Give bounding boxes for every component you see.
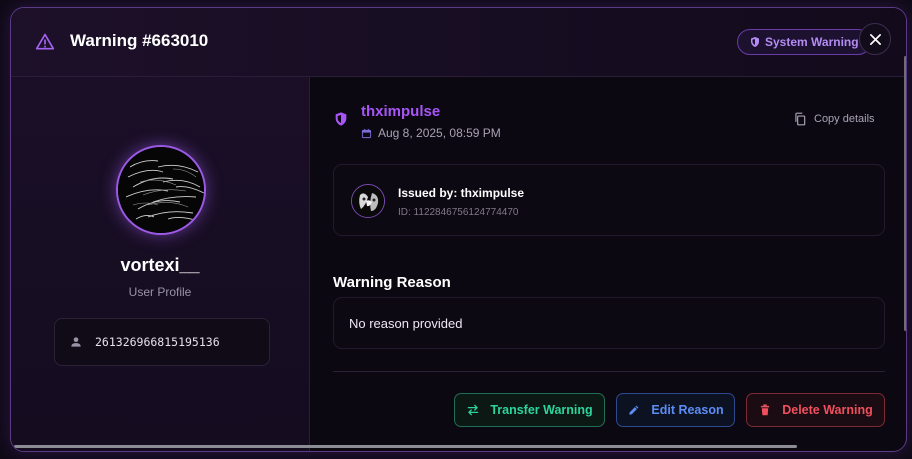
vertical-scrollbar[interactable] [904,56,906,331]
warning-triangle-icon [35,33,55,50]
close-icon [869,33,881,45]
warning-date: Aug 8, 2025, 08:59 PM [361,126,501,140]
issuer-avatar-image [352,185,384,217]
divider [333,371,885,372]
dialog-header: Warning #663010 System Warning [11,8,906,77]
user-id-value: 261326966815195136 [95,335,220,349]
transfer-warning-label: Transfer Warning [490,403,593,417]
issued-by-text: Issued by: thximpulse [398,186,525,200]
delete-warning-button[interactable]: Delete Warning [746,393,885,427]
issuer-avatar [351,184,385,218]
transfer-warning-button[interactable]: Transfer Warning [454,393,605,427]
dialog-title: Warning #663010 [70,31,209,50]
date-text: Aug 8, 2025, 08:59 PM [378,126,501,140]
warning-dialog: Warning #663010 System Warning vortexi__… [10,7,907,452]
user-avatar [116,145,206,235]
user-profile-panel: vortexi__ User Profile 26132696681519513… [11,77,310,451]
pencil-icon [629,405,639,415]
badge-label: System Warning [765,35,859,49]
copy-icon [795,112,806,126]
horizontal-scrollbar[interactable] [14,445,797,448]
user-id-field[interactable]: 261326966815195136 [54,318,270,366]
person-icon [71,337,81,347]
shield-icon [751,37,759,47]
avatar-image [118,147,204,233]
trash-icon [761,404,770,416]
warning-reason-text: No reason provided [349,316,463,331]
copy-details-button[interactable]: Copy details [793,112,875,126]
issuer-id-text: ID: 1122846756124774470 [398,207,519,218]
edit-reason-button[interactable]: Edit Reason [616,393,735,427]
warning-details-panel: thximpulse Aug 8, 2025, 08:59 PM Copy de… [311,77,906,451]
warning-reason-heading: Warning Reason [333,274,451,291]
swap-arrows-icon [468,404,479,416]
system-warning-badge: System Warning [737,29,871,55]
edit-reason-label: Edit Reason [651,403,724,417]
shield-icon [335,112,347,126]
copy-details-label: Copy details [814,113,875,125]
profile-username: vortexi__ [120,255,200,275]
issued-by-card: Issued by: thximpulse ID: 11228467561247… [333,164,885,236]
close-button[interactable] [859,23,891,55]
delete-warning-label: Delete Warning [782,403,873,417]
profile-subtitle: User Profile [128,285,192,299]
issuer-name-link[interactable]: thximpulse [361,103,440,120]
calendar-icon [361,128,372,138]
warning-reason-box: No reason provided [333,297,885,349]
